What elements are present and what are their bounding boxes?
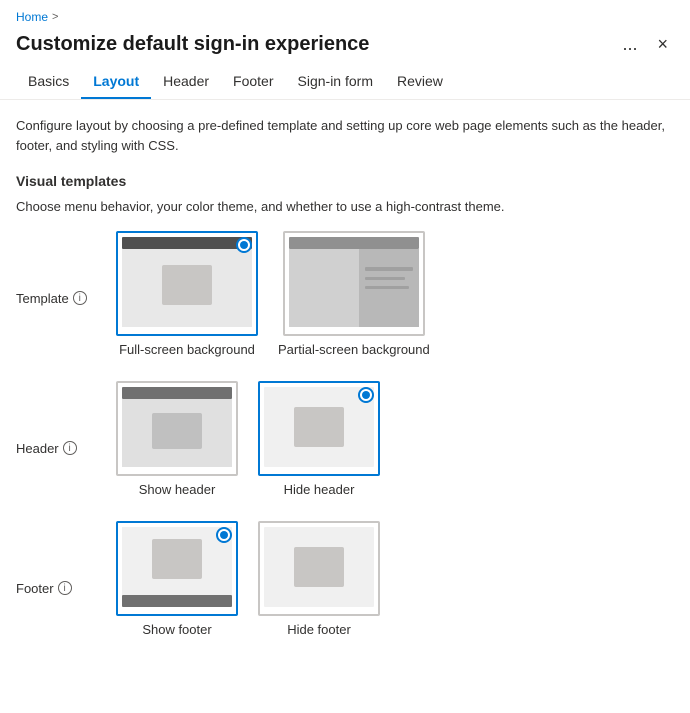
tab-layout[interactable]: Layout xyxy=(81,65,151,99)
ellipsis-button[interactable]: ... xyxy=(616,32,643,57)
tab-basics[interactable]: Basics xyxy=(16,65,81,99)
header-section: Header i Show header xyxy=(16,381,674,497)
template-label: Template i xyxy=(16,291,116,306)
footer-show-card[interactable]: Show footer xyxy=(116,521,238,637)
template-fullscreen-wrapper xyxy=(116,231,258,336)
footer-label: Footer i xyxy=(16,581,116,596)
tabs-bar: BasicsLayoutHeaderFooterSign-in formRevi… xyxy=(0,65,690,100)
breadcrumb-home[interactable]: Home xyxy=(16,10,48,24)
close-button[interactable]: × xyxy=(651,32,674,57)
header-show-card[interactable]: Show header xyxy=(116,381,238,497)
header-info-icon[interactable]: i xyxy=(63,441,77,455)
template-fullscreen-card[interactable]: Full-screen background xyxy=(116,231,258,357)
header-label: Header i xyxy=(16,441,116,456)
visual-templates-title: Visual templates xyxy=(16,173,674,189)
footer-options: Show footer Hide footer xyxy=(116,521,380,637)
template-fullscreen-radio xyxy=(236,237,252,253)
footer-show-radio xyxy=(216,527,232,543)
tab-header[interactable]: Header xyxy=(151,65,221,99)
footer-show-label: Show footer xyxy=(142,622,211,637)
template-options: Full-screen background xyxy=(116,231,430,357)
template-section: Template i Full-screen b xyxy=(16,231,674,357)
tab-footer[interactable]: Footer xyxy=(221,65,285,99)
footer-hide-wrapper xyxy=(258,521,380,616)
header-show-label: Show header xyxy=(139,482,216,497)
template-info-icon[interactable]: i xyxy=(73,291,87,305)
template-partial-card[interactable]: Partial-screen background xyxy=(278,231,430,357)
breadcrumb: Home > xyxy=(16,10,58,24)
footer-section: Footer i Show footer xyxy=(16,521,674,637)
header-hide-radio xyxy=(358,387,374,403)
footer-hide-card[interactable]: Hide footer xyxy=(258,521,380,637)
header-hide-wrapper xyxy=(258,381,380,476)
footer-show-wrapper xyxy=(116,521,238,616)
header-hide-label: Hide header xyxy=(284,482,355,497)
breadcrumb-sep: > xyxy=(52,11,58,23)
header-hide-card[interactable]: Hide header xyxy=(258,381,380,497)
header-show-wrapper xyxy=(116,381,238,476)
tab-review[interactable]: Review xyxy=(385,65,455,99)
tab-sign-in-form[interactable]: Sign-in form xyxy=(286,65,385,99)
footer-info-icon[interactable]: i xyxy=(58,581,72,595)
layout-description: Configure layout by choosing a pre-defin… xyxy=(16,116,674,155)
template-partial-wrapper xyxy=(283,231,425,336)
template-partial-label: Partial-screen background xyxy=(278,342,430,357)
template-fullscreen-label: Full-screen background xyxy=(119,342,255,357)
page-title: Customize default sign-in experience xyxy=(16,33,369,56)
footer-hide-label: Hide footer xyxy=(287,622,351,637)
visual-templates-desc: Choose menu behavior, your color theme, … xyxy=(16,197,674,217)
header-options: Show header Hide header xyxy=(116,381,380,497)
